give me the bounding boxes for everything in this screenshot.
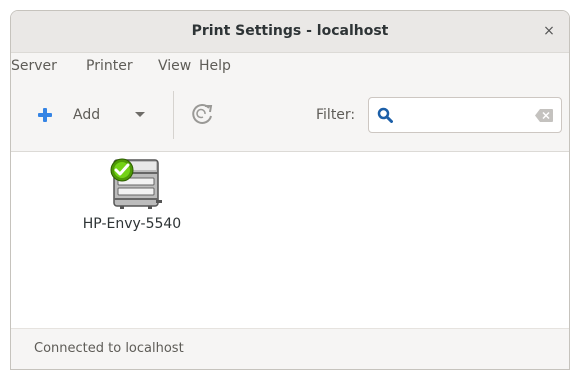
printer-icon [110,158,162,209]
refresh-icon[interactable] [189,101,215,127]
printer-name: HP-Envy-5540 [82,216,182,232]
add-label: Add [73,107,101,123]
chevron-down-icon[interactable] [135,112,145,117]
search-icon [377,107,393,123]
filter-input[interactable] [368,97,562,133]
add-button[interactable]: Add [25,100,145,130]
window-title: Print Settings - localhost [191,23,389,39]
toolbar-separator [173,91,174,139]
clear-icon[interactable] [535,109,553,122]
printer-list: HP-Envy-5540 [11,152,569,328]
menu-help[interactable]: Help [199,53,231,79]
checkmark-icon [110,158,134,182]
printer-item[interactable]: HP-Envy-5540 [67,158,197,248]
menu-printer[interactable]: Printer [86,53,133,79]
status-text: Connected to localhost [34,341,184,356]
menu-view[interactable]: View [158,53,191,79]
filter-label: Filter: [316,107,356,123]
title-bar: Print Settings - localhost × [11,11,569,53]
print-settings-window: Print Settings - localhost × Server Prin… [10,10,570,370]
close-button[interactable]: × [539,21,559,41]
menu-bar: Server Printer View Help [11,53,569,79]
toolbar: Add Filter: [11,79,569,152]
plus-icon [38,108,52,122]
status-bar: Connected to localhost [11,328,569,369]
menu-server[interactable]: Server [11,53,57,79]
